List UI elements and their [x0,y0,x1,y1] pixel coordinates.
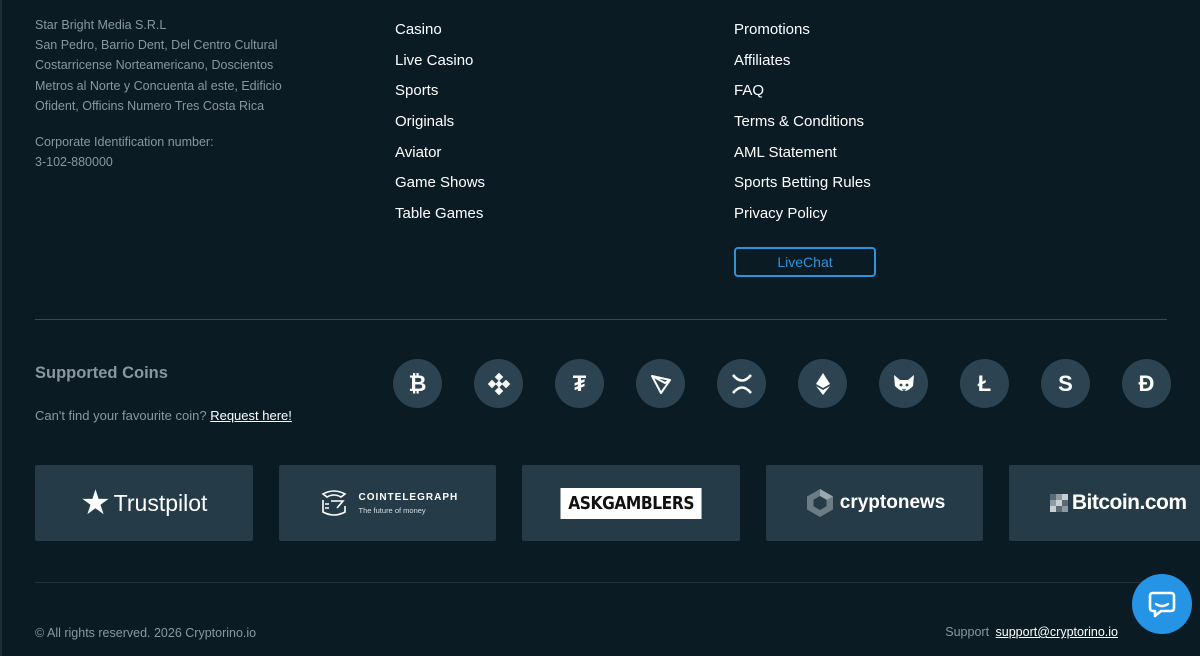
chat-widget-button[interactable] [1132,574,1192,634]
company-address-line: San Pedro, Barrio Dent, Del Centro Cultu… [35,38,278,53]
bitcoincom-card[interactable]: Bitcoin.com [1009,465,1200,541]
litecoin-icon: Ł [960,359,1009,408]
company-name: Star Bright Media S.R.L [35,18,167,32]
divider [35,582,1167,583]
link-casino[interactable]: Casino [395,20,485,51]
support-email-link[interactable]: support@cryptorino.io [996,625,1118,639]
left-edge-border [0,0,2,656]
link-aviator[interactable]: Aviator [395,143,485,174]
partner-logos: ★ Trustpilot COINTELEGRAPH The future of… [35,465,1200,541]
corp-id-label: Corporate Identification number: [35,135,214,150]
cointelegraph-text: COINTELEGRAPH [358,491,459,503]
bitcoin-icon: ₿ [393,359,442,408]
stablecoin-s-icon: S [1041,359,1090,408]
request-coin-link[interactable]: Request here! [210,408,292,423]
chat-bubble-icon [1148,591,1176,618]
link-sports[interactable]: Sports [395,81,485,112]
info-links: Promotions Affiliates FAQ Terms & Condit… [734,20,871,235]
link-faq[interactable]: FAQ [734,81,871,112]
tether-icon: ₮ [555,359,604,408]
xrp-icon [717,359,766,408]
link-promotions[interactable]: Promotions [734,20,871,51]
link-game-shows[interactable]: Game Shows [395,173,485,204]
supported-coins-title: Supported Coins [35,364,168,382]
corp-id-number: 3-102-880000 [35,155,113,170]
ethereum-icon [798,359,847,408]
dogecoin-icon: Ð [1122,359,1171,408]
bnb-icon [474,359,523,408]
link-table-games[interactable]: Table Games [395,204,485,235]
link-terms[interactable]: Terms & Conditions [734,112,871,143]
coin-list: ₿ ₮ Ł S Ð [393,359,1171,408]
cointelegraph-icon [321,490,347,516]
cryptonews-logo: cryptonews [804,487,946,519]
livechat-button[interactable]: LiveChat [734,247,876,277]
games-links: Casino Live Casino Sports Originals Avia… [395,20,485,235]
link-aml[interactable]: AML Statement [734,143,871,174]
cointelegraph-logo: COINTELEGRAPH The future of money [317,486,459,520]
cointelegraph-tagline: The future of money [358,505,426,515]
company-address-line: Ofident, Officins Numero Tres Costa Rica [35,98,265,113]
bitcoincom-icon [1049,493,1068,512]
link-sports-betting-rules[interactable]: Sports Betting Rules [734,173,871,204]
askgamblers-card[interactable]: ASKGAMBLERS [522,465,740,541]
support-contact: Support support@cryptorino.io [945,625,1118,639]
bitcoincom-text: Bitcoin.com [1071,491,1187,514]
company-info: Star Bright Media S.R.L San Pedro, Barri… [35,15,315,172]
bitcoincom-logo: Bitcoin.com [1049,491,1187,515]
link-originals[interactable]: Originals [395,112,485,143]
coin-request-text: Can't find your favourite coin? Request … [35,408,292,423]
divider [35,319,1167,320]
shiba-icon [879,359,928,408]
cryptonews-icon [806,489,833,517]
support-label: Support [945,625,990,639]
copyright-text: © All rights reserved. 2026 Cryptorino.i… [35,626,257,640]
coin-request-prompt: Can't find your favourite coin? [35,408,207,423]
cointelegraph-card[interactable]: COINTELEGRAPH The future of money [278,465,497,541]
trustpilot-logo: ★ Trustpilot [80,486,207,520]
link-live-casino[interactable]: Live Casino [395,51,485,82]
company-address-line: Costarricense Norteamericano, Doscientos [35,58,274,73]
tron-icon [636,359,685,408]
cryptonews-card[interactable]: cryptonews [765,465,984,541]
star-icon: ★ [80,484,111,522]
trustpilot-text: Trustpilot [113,489,208,516]
askgamblers-logo: ASKGAMBLERS [560,487,702,519]
trustpilot-card[interactable]: ★ Trustpilot [35,465,253,541]
link-privacy-policy[interactable]: Privacy Policy [734,204,871,235]
cryptonews-text: cryptonews [839,492,946,513]
company-address-line: Metros al Norte y Concuenta al este, Edi… [35,78,282,93]
link-affiliates[interactable]: Affiliates [734,51,871,82]
